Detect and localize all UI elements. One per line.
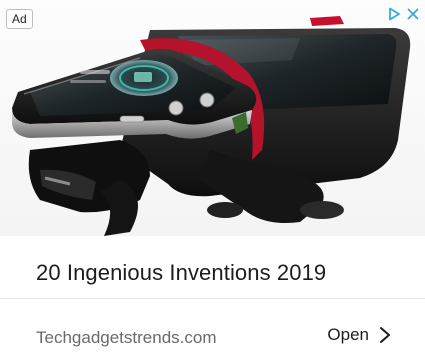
ad-card[interactable]: Ad 20 Ingenious Inventions 2019 Techgadg…	[0, 0, 425, 356]
ad-footer: Techgadgetstrends.com Open	[0, 299, 425, 356]
ad-caption-area[interactable]: 20 Ingenious Inventions 2019 Techgadgets…	[0, 236, 425, 356]
smartphone-bike-mount-image	[12, 16, 411, 236]
ad-source-link[interactable]: Techgadgetstrends.com	[36, 328, 217, 348]
ad-headline[interactable]: 20 Ingenious Inventions 2019	[36, 260, 326, 286]
chevron-right-icon	[380, 327, 390, 343]
open-button[interactable]: Open	[327, 325, 392, 345]
ad-image[interactable]: Ad	[0, 0, 425, 236]
open-button-label: Open	[327, 325, 369, 344]
ad-badge: Ad	[6, 9, 33, 29]
close-icon[interactable]	[405, 6, 421, 22]
adchoices-controls	[386, 6, 421, 22]
adchoices-triangle-icon[interactable]	[386, 6, 402, 22]
